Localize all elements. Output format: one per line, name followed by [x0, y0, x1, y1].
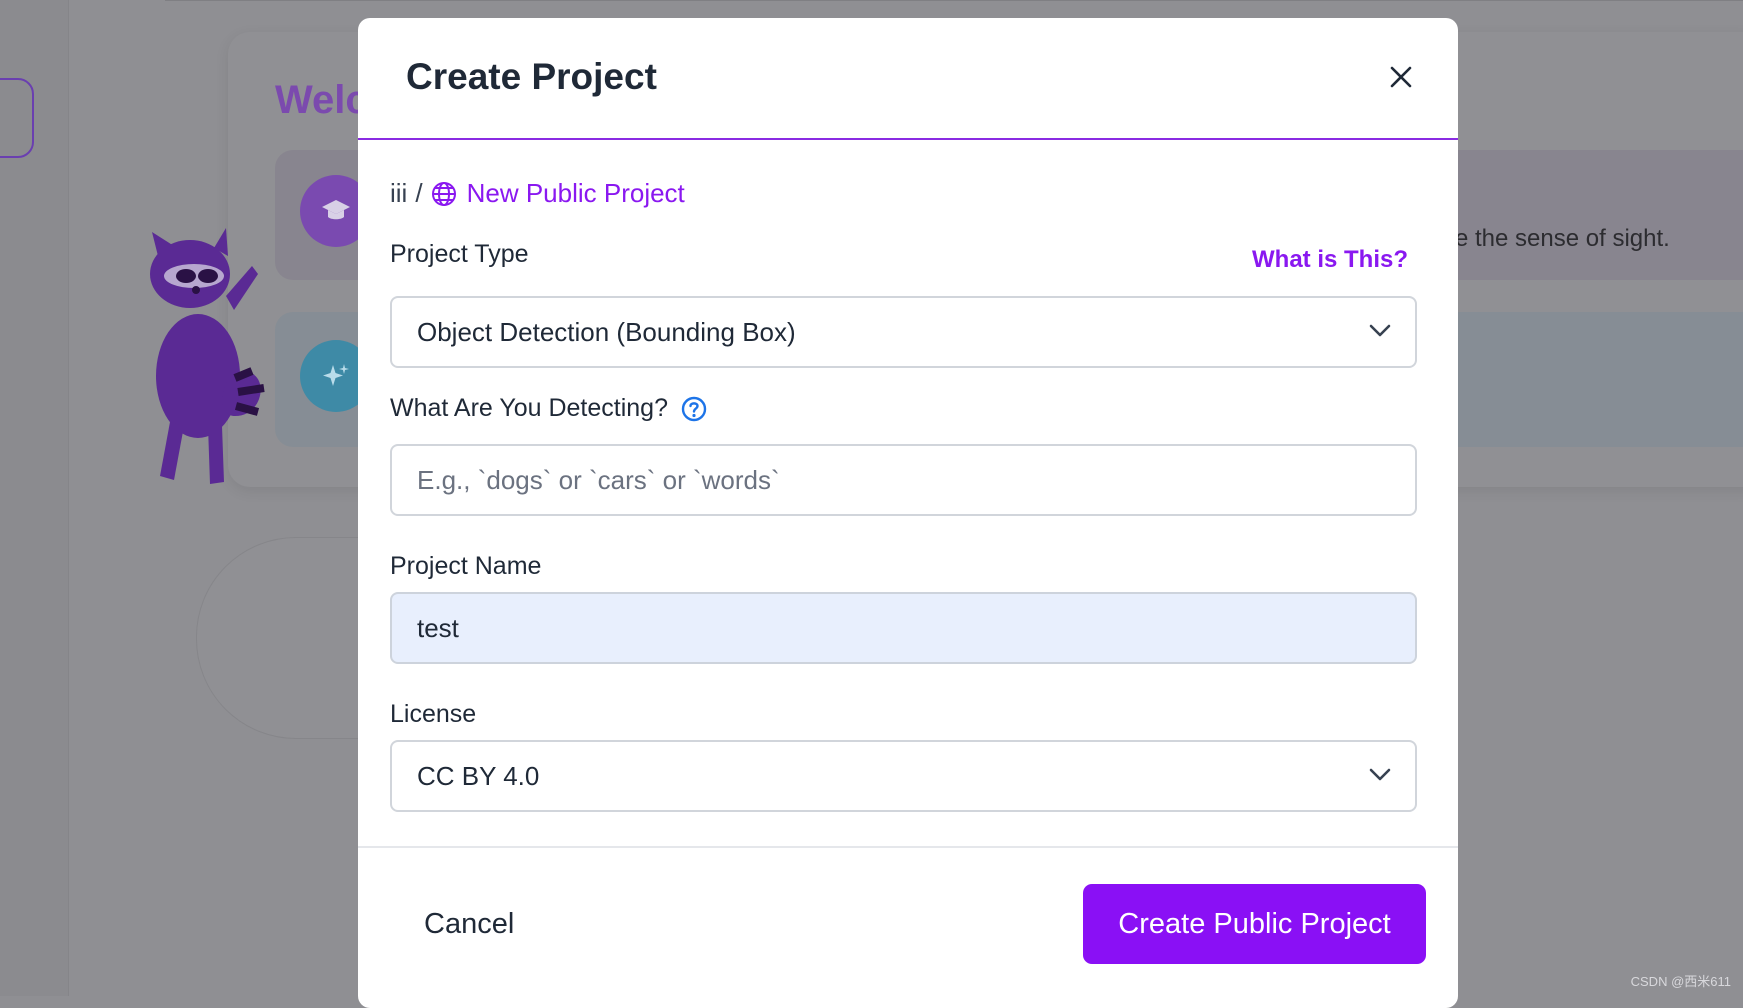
project-type-label: Project Type: [390, 240, 529, 268]
background-description-text: e the sense of sight.: [1455, 225, 1670, 252]
modal-title: Create Project: [406, 56, 657, 97]
project-name-input[interactable]: test: [390, 592, 1417, 664]
detecting-label: What Are You Detecting?: [390, 394, 707, 423]
project-type-value: Object Detection (Bounding Box): [417, 316, 796, 347]
chevron-down-icon: [1369, 324, 1391, 337]
breadcrumb-current: New Public Project: [431, 178, 685, 209]
license-label: License: [390, 700, 477, 728]
background-divider: [165, 0, 1743, 1]
breadcrumb: iii / New Public Project: [390, 178, 685, 209]
modal-footer-divider: [358, 846, 1458, 848]
cancel-button[interactable]: Cancel: [424, 908, 514, 941]
close-button[interactable]: [1384, 60, 1418, 94]
what-is-this-link[interactable]: What is This?: [1252, 246, 1408, 274]
breadcrumb-workspace[interactable]: iii: [390, 178, 407, 209]
globe-icon: [431, 181, 456, 206]
breadcrumb-current-label: New Public Project: [466, 178, 685, 208]
create-public-project-button[interactable]: Create Public Project: [1083, 884, 1426, 964]
watermark: CSDN @西米611: [1630, 974, 1731, 989]
project-name-label: Project Name: [390, 552, 542, 580]
detecting-placeholder: E.g., `dogs` or `cars` or `words`: [417, 464, 780, 495]
background-sidebar-button: [0, 78, 34, 158]
project-name-value: test: [417, 612, 459, 643]
raccoon-mascot-illustration: [150, 228, 265, 484]
detecting-label-text: What Are You Detecting?: [390, 394, 668, 422]
project-type-select[interactable]: Object Detection (Bounding Box): [390, 296, 1417, 368]
breadcrumb-separator: /: [415, 178, 423, 208]
close-icon: [1390, 66, 1412, 88]
detecting-input[interactable]: E.g., `dogs` or `cars` or `words`: [390, 444, 1417, 516]
create-project-modal: Create Project iii / New Public Project …: [358, 18, 1458, 1008]
help-icon[interactable]: [681, 396, 707, 422]
background-welcome-title: Welc: [275, 78, 368, 122]
license-value: CC BY 4.0: [417, 760, 540, 791]
modal-header: Create Project: [358, 18, 1458, 140]
chevron-down-icon: [1369, 768, 1391, 781]
license-select[interactable]: CC BY 4.0: [390, 740, 1417, 812]
